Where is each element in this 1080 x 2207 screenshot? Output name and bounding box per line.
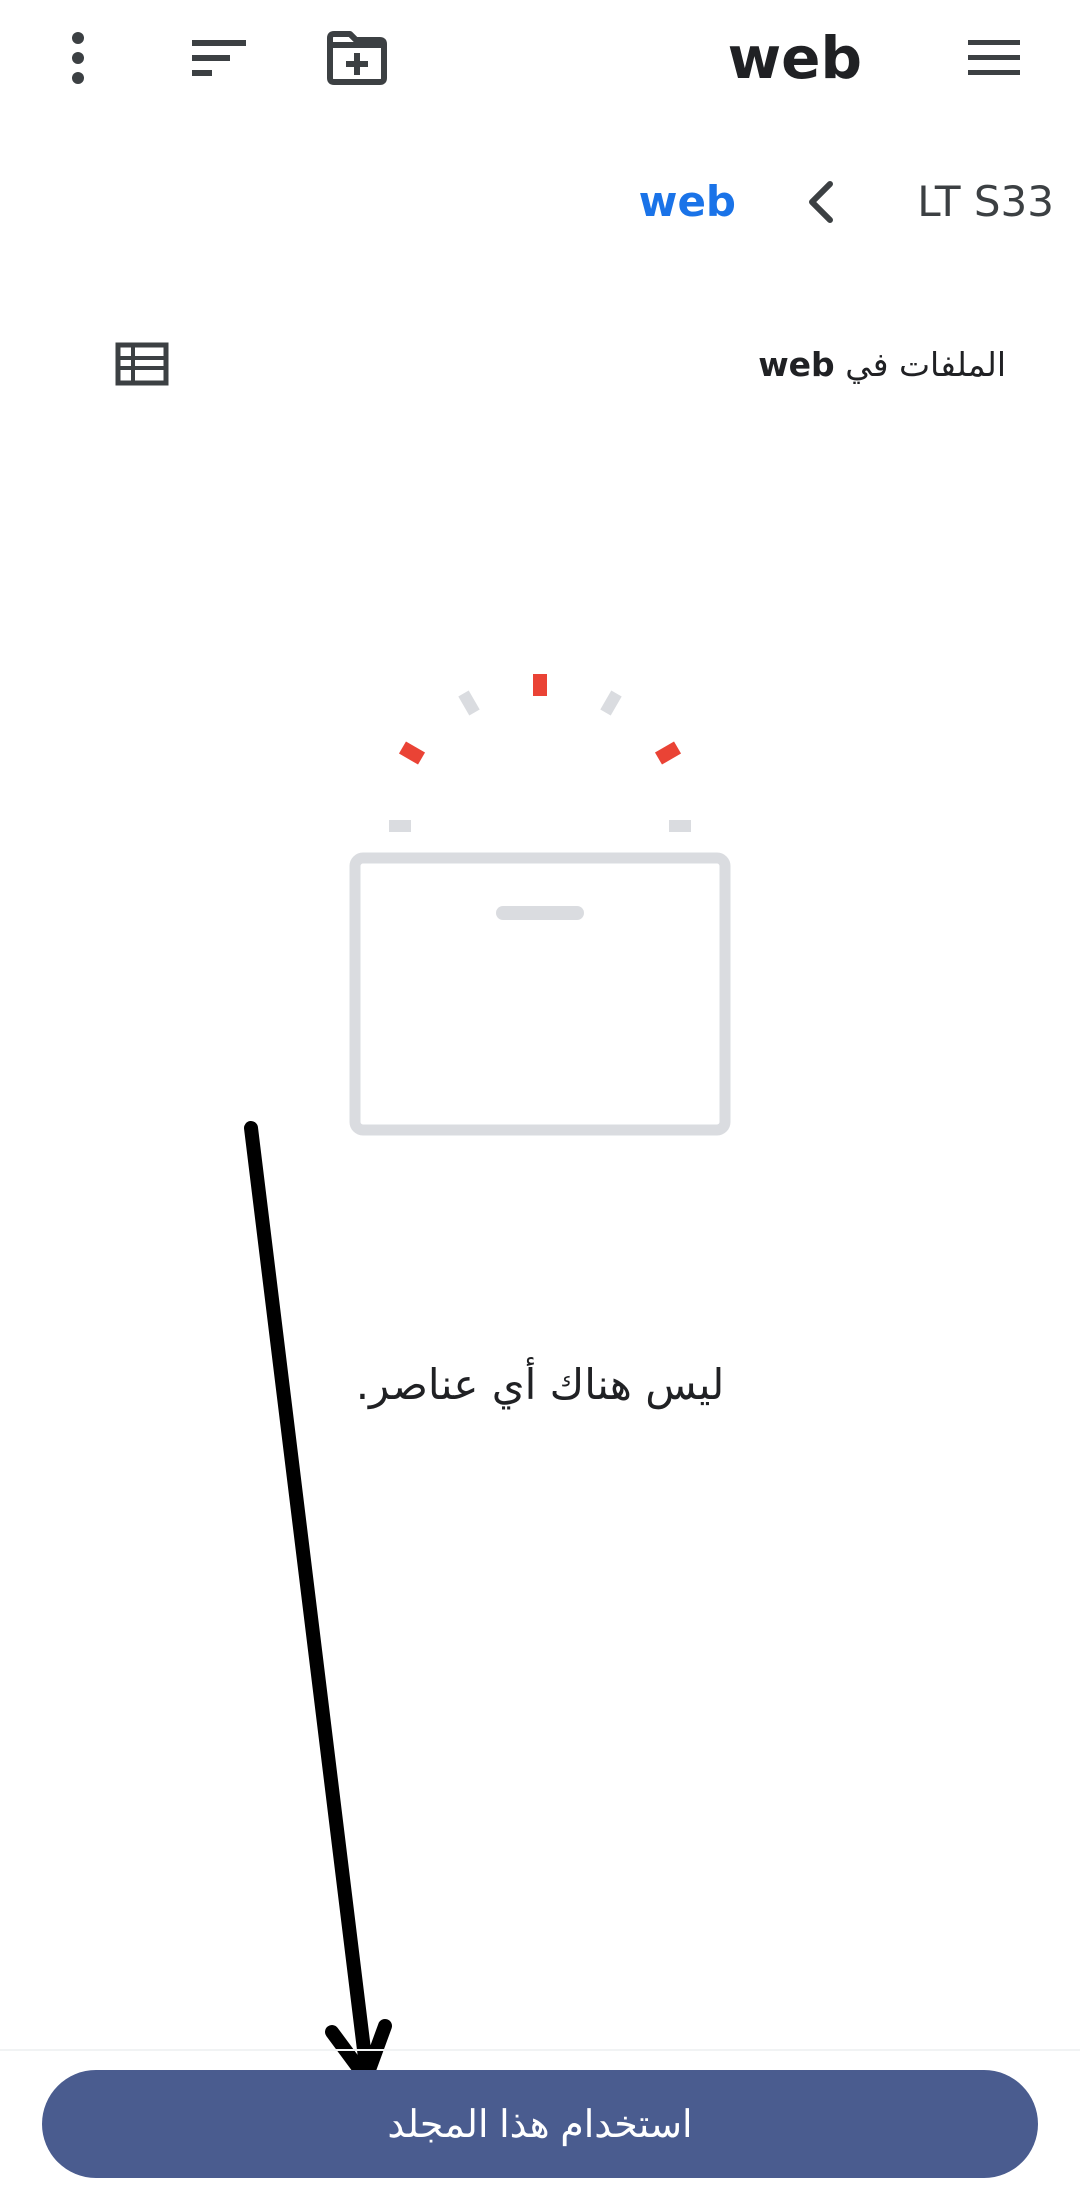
section-header: الملفات في web [758,340,1006,390]
breadcrumb-current-folder[interactable]: web [639,172,736,232]
breadcrumb-root[interactable]: LT S33 [917,172,1054,232]
top-app-bar: web [0,0,1080,120]
section-header-folder: web [758,345,835,384]
section-header-prefix: الملفات في [845,345,1006,384]
new-folder-icon [327,31,387,85]
app-bar-title: web [727,24,862,92]
sort-button[interactable] [180,30,250,86]
menu-icon [968,40,1020,75]
use-this-folder-button[interactable]: استخدام هذا المجلد [42,2070,1038,2178]
empty-state-message: ليس هناك أي عناصر. [355,1360,725,1409]
sort-icon [192,40,246,76]
more-vert-icon [72,32,84,84]
bottom-divider [0,2049,1080,2051]
more-options-button[interactable] [48,28,108,88]
list-view-icon [115,342,169,386]
view-toggle-button[interactable] [112,338,172,390]
chevron-left-icon [806,180,836,228]
empty-folder-illustration [349,674,731,1136]
new-folder-button[interactable] [322,24,392,92]
navigation-menu-button[interactable] [960,32,1028,84]
